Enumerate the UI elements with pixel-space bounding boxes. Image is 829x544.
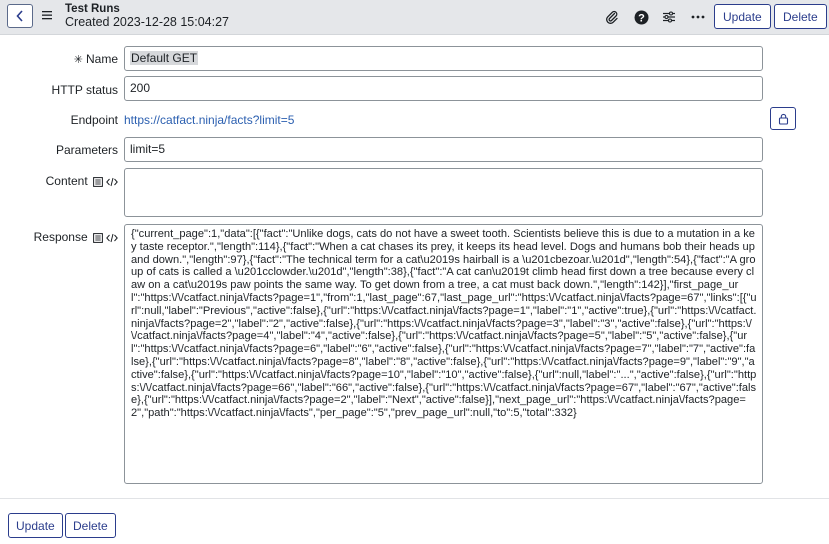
- help-button[interactable]: ?: [633, 9, 649, 25]
- question-circle-icon: ?: [634, 10, 648, 24]
- unlock-endpoint-button[interactable]: [770, 107, 796, 130]
- svg-text:?: ?: [638, 12, 645, 24]
- lock-icon: [778, 113, 788, 125]
- personalize-form-button[interactable]: [661, 9, 677, 25]
- paperclip-icon: [606, 10, 618, 24]
- name-label: ✳ Name: [73, 52, 118, 66]
- footer-update-button[interactable]: Update: [8, 513, 63, 538]
- back-button[interactable]: [7, 4, 33, 28]
- document-icon[interactable]: [93, 176, 103, 187]
- name-field[interactable]: Default GET: [124, 46, 763, 71]
- code-icon[interactable]: [106, 233, 118, 243]
- delete-button[interactable]: Delete: [774, 4, 827, 29]
- name-value: Default GET: [130, 51, 199, 65]
- code-icon[interactable]: [106, 177, 118, 187]
- parameters-field[interactable]: limit=5: [124, 137, 763, 162]
- response-field[interactable]: {"current_page":1,"data":[{"fact":"Unlik…: [124, 224, 763, 484]
- footer-delete-button[interactable]: Delete: [65, 513, 116, 538]
- http-status-field[interactable]: 200: [124, 76, 763, 101]
- mandatory-asterisk-icon: ✳: [73, 54, 83, 66]
- content-label: Content: [0, 174, 118, 188]
- update-button[interactable]: Update: [714, 4, 771, 29]
- content-field[interactable]: [124, 168, 763, 217]
- chevron-left-icon: [16, 10, 23, 22]
- endpoint-label: Endpoint: [70, 113, 118, 127]
- attachment-button[interactable]: [604, 9, 620, 25]
- more-options-button[interactable]: [690, 9, 706, 25]
- record-title: Test Runs: [65, 3, 120, 15]
- form-footer: [0, 498, 829, 544]
- document-icon[interactable]: [93, 232, 103, 243]
- response-label: Response: [0, 230, 118, 244]
- form-header: Test Runs Created 2023-12-28 15:04:27 ? …: [0, 0, 829, 35]
- http-status-label: HTTP status: [51, 83, 118, 97]
- parameters-label: Parameters: [55, 143, 118, 157]
- sliders-icon: [663, 11, 675, 23]
- hamburger-menu-icon[interactable]: [42, 10, 52, 20]
- endpoint-link[interactable]: https://catfact.ninja/facts?limit=5: [124, 113, 294, 127]
- record-created-date: Created 2023-12-28 15:04:27: [65, 15, 230, 29]
- ellipsis-icon: [691, 15, 705, 19]
